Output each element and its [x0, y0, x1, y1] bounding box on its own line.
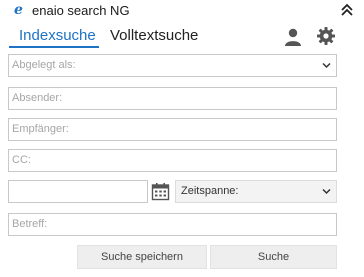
collapse-double-chevron-up-icon[interactable] [339, 2, 355, 18]
abgelegt-als-dropdown[interactable]: Abgelegt als: [8, 54, 337, 77]
cc-placeholder: CC: [12, 154, 31, 166]
chevron-down-icon [322, 62, 331, 69]
empfaenger-field[interactable]: Empfänger: [8, 118, 337, 141]
zeitspanne-dropdown[interactable]: Zeitspanne: [175, 180, 337, 203]
betreff-field[interactable]: Betreff: [8, 213, 337, 236]
empfaenger-placeholder: Empfänger: [12, 123, 69, 135]
absender-field[interactable]: Absender: [8, 87, 337, 110]
save-search-button[interactable]: Suche speichern [77, 245, 207, 269]
title-bar: e enaio search NG [0, 0, 364, 22]
abgelegt-als-placeholder: Abgelegt als: [12, 59, 76, 71]
enaio-logo: e [14, 2, 23, 18]
betreff-placeholder: Betreff: [12, 218, 48, 230]
tab-indexsuche[interactable]: Indexsuche [19, 26, 96, 48]
absender-placeholder: Absender: [12, 92, 63, 104]
gear-icon[interactable] [316, 26, 336, 46]
search-button[interactable]: Suche [210, 245, 337, 269]
zeitspanne-value: Zeitspanne: [181, 185, 239, 197]
cc-field[interactable]: CC: [8, 149, 337, 172]
tab-volltextsuche[interactable]: Volltextsuche [110, 26, 198, 48]
chevron-down-icon [322, 188, 331, 195]
calendar-icon[interactable] [151, 182, 170, 201]
date-field[interactable] [8, 180, 148, 203]
app-title: enaio search NG [32, 3, 130, 18]
active-tab-indicator [9, 46, 99, 48]
user-icon[interactable] [283, 27, 303, 47]
